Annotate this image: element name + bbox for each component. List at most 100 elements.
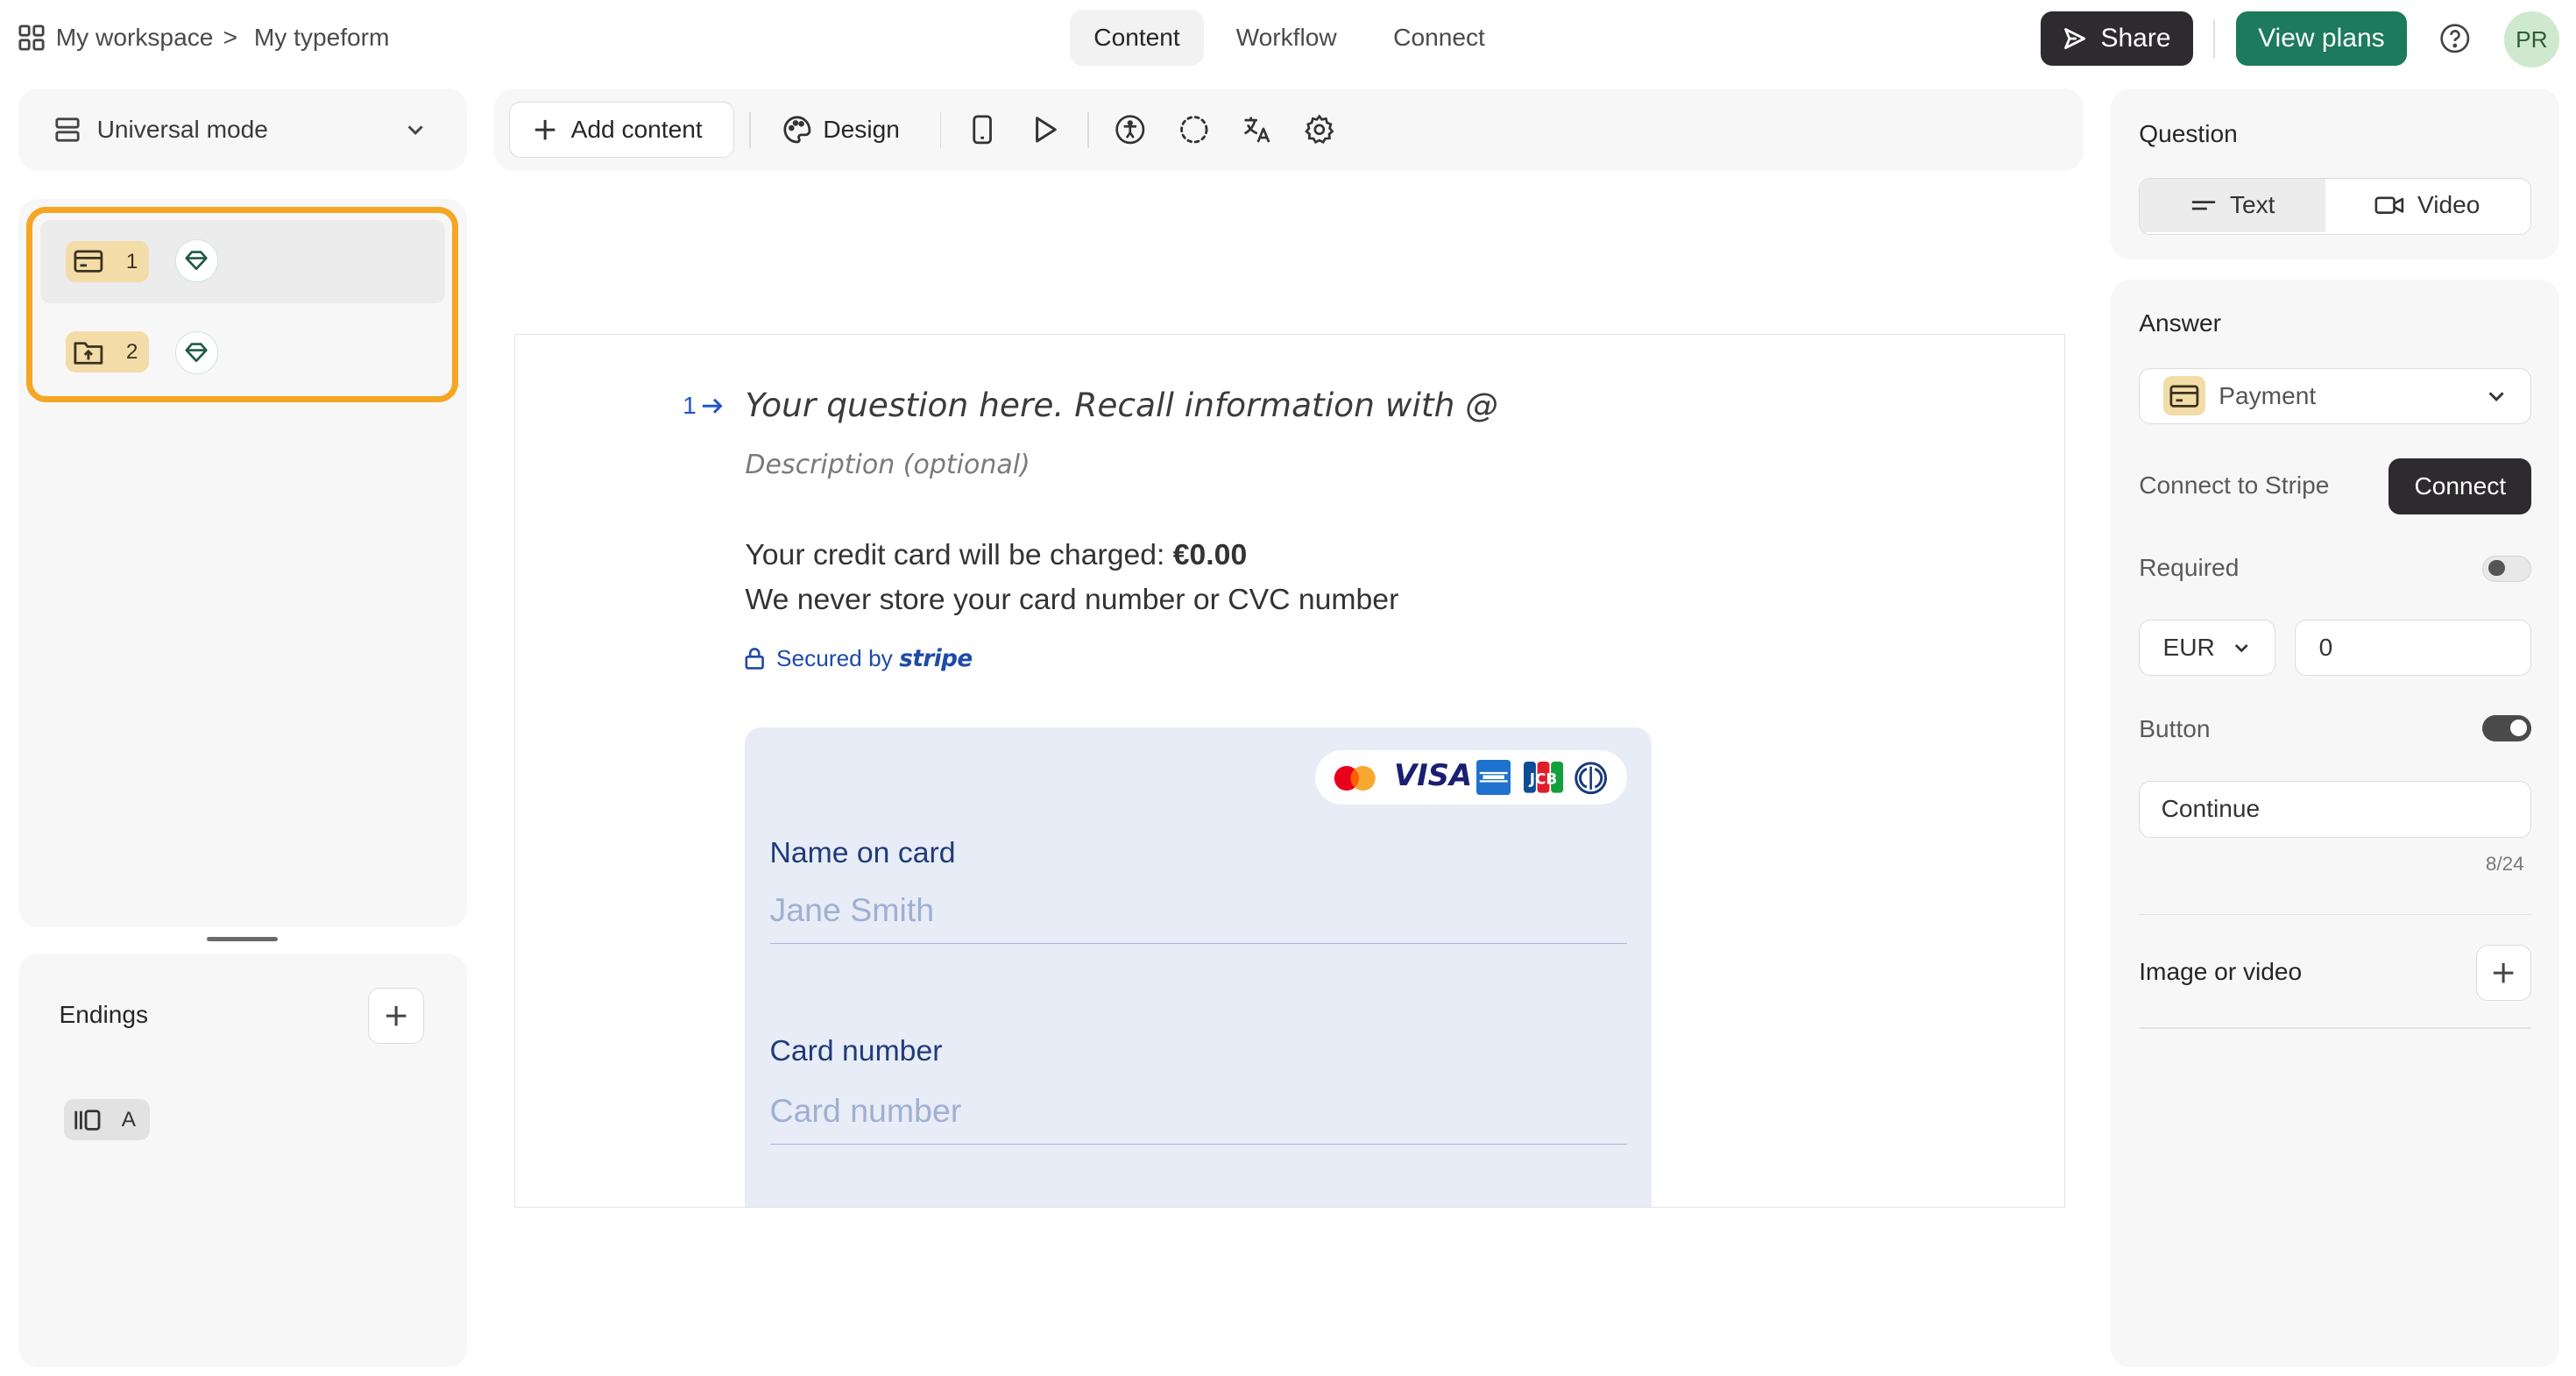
question-number: 2 [125, 339, 138, 364]
charge-text: Your credit card will be charged: €0.00 [745, 538, 1247, 572]
ending-icon [73, 1108, 103, 1132]
question-title-input[interactable]: Your question here. Recall information w… [745, 386, 1497, 424]
mastercard-icon [1332, 765, 1378, 791]
add-media-button[interactable] [2475, 945, 2532, 1001]
add-content-label: Add content [570, 116, 703, 144]
button-text-input[interactable]: Continue [2139, 780, 2532, 839]
video-camera-icon [2374, 195, 2404, 216]
diamond-icon [175, 239, 218, 282]
file-upload-icon [74, 340, 103, 365]
view-plans-button[interactable]: View plans [2235, 11, 2407, 66]
breadcrumb-workspace[interactable]: My workspace [56, 24, 214, 52]
payment-card-icon [74, 250, 103, 273]
answer-type-select[interactable]: Payment [2139, 368, 2532, 424]
image-or-video-label: Image or video [2139, 958, 2303, 986]
share-label: Share [2100, 24, 2171, 53]
secured-by-label: Secured by [776, 645, 893, 671]
tab-content[interactable]: Content [1069, 10, 1205, 66]
ending-item[interactable]: A [64, 1099, 150, 1141]
button-label: Button [2139, 714, 2211, 742]
answer-type-label: Payment [2219, 381, 2317, 409]
diners-icon [1573, 762, 1609, 795]
divider [749, 111, 751, 148]
connect-stripe-button[interactable]: Connect [2388, 458, 2532, 514]
payment-card-icon [2162, 376, 2206, 416]
mode-selector[interactable]: Universal mode [18, 89, 467, 171]
question-number: 1 [683, 392, 697, 420]
currency-select[interactable]: EUR [2139, 619, 2275, 676]
tab-connect[interactable]: Connect [1370, 10, 1509, 66]
description-input[interactable]: Description (optional) [745, 450, 1030, 480]
list-item[interactable]: 2 [40, 312, 444, 394]
plus-icon [534, 118, 556, 141]
settings-icon[interactable] [1299, 110, 1339, 150]
breadcrumb: My workspace > My typeform [56, 21, 390, 54]
question-number-marker: 1 [683, 392, 725, 420]
design-button[interactable]: Design [768, 102, 922, 158]
amount-input[interactable]: 0 [2295, 619, 2532, 676]
card-form: VISA JCB Name on card Jane Smith Card nu… [745, 727, 1652, 1208]
resize-handle[interactable] [207, 936, 278, 942]
accessibility-icon[interactable] [1111, 110, 1150, 150]
help-icon[interactable] [2439, 23, 2471, 54]
required-toggle[interactable] [2482, 555, 2532, 582]
add-content-button[interactable]: Add content [509, 102, 735, 158]
amex-icon [1476, 760, 1511, 795]
add-ending-button[interactable] [368, 987, 424, 1044]
card-number-input[interactable]: Card number [769, 1086, 1628, 1145]
card-brands: VISA JCB [1315, 750, 1628, 805]
translate-icon[interactable] [1237, 110, 1277, 150]
share-button[interactable]: Share [2040, 11, 2194, 66]
secured-by-stripe: Secured by stripe [744, 645, 973, 672]
text-lines-icon [2190, 197, 2217, 214]
question-type-pill: 1 [65, 241, 150, 282]
plus-icon [2492, 961, 2515, 984]
name-on-card-input[interactable]: Jane Smith [769, 885, 1628, 945]
name-on-card-label: Name on card [769, 835, 956, 869]
plus-icon [385, 1004, 407, 1027]
app-root: My workspace > My typeform Content Workf… [0, 0, 2576, 1376]
arrow-right-icon [701, 396, 724, 416]
card-number-label: Card number [769, 1034, 943, 1068]
lock-icon [744, 647, 765, 670]
layout-icon [54, 117, 81, 143]
chevron-down-icon [2232, 638, 2252, 658]
breadcrumb-form-name[interactable]: My typeform [254, 24, 390, 52]
apps-grid-icon[interactable] [18, 25, 45, 51]
chevron-down-icon [2485, 385, 2508, 408]
mode-label: Universal mode [96, 116, 268, 144]
amount-value: 0 [2318, 633, 2333, 661]
divider [1087, 111, 1090, 148]
divider [2139, 913, 2532, 916]
answer-section-title: Answer [2139, 309, 2221, 337]
question-type-pill: 2 [65, 331, 150, 373]
share-icon [2063, 26, 2087, 51]
breadcrumb-separator: > [223, 24, 238, 52]
loading-icon[interactable] [1175, 110, 1214, 150]
endings-title: Endings [59, 1000, 149, 1028]
charge-prefix: Your credit card will be charged: [745, 538, 1173, 572]
palette-icon [782, 115, 812, 145]
list-item[interactable]: 1 [40, 219, 445, 304]
text-option-label: Text [2229, 191, 2275, 219]
tab-workflow[interactable]: Workflow [1216, 10, 1357, 66]
divider [939, 111, 942, 148]
button-text-value: Continue [2161, 795, 2261, 823]
currency-value: EUR [2162, 633, 2215, 661]
question-section-title: Question [2139, 119, 2238, 147]
endings-panel: Endings A [18, 953, 467, 1367]
button-toggle[interactable] [2482, 714, 2532, 741]
text-option[interactable]: Text [2140, 178, 2326, 233]
design-label: Design [823, 116, 900, 144]
phone-preview-icon[interactable] [963, 110, 1002, 150]
diamond-icon [175, 331, 218, 374]
avatar[interactable]: PR [2503, 11, 2560, 67]
svg-text:JCB: JCB [1529, 770, 1558, 787]
question-list-highlight: 1 2 [26, 207, 459, 403]
question-format-toggle: Text Video [2139, 177, 2532, 236]
video-option[interactable]: Video [2325, 179, 2530, 233]
play-icon[interactable] [1025, 110, 1065, 150]
storage-note: We never store your card number or CVC n… [745, 582, 1399, 616]
answer-settings-panel: Answer Payment Connect to Stripe Connect… [2111, 279, 2560, 1367]
chevron-down-icon [404, 118, 427, 141]
